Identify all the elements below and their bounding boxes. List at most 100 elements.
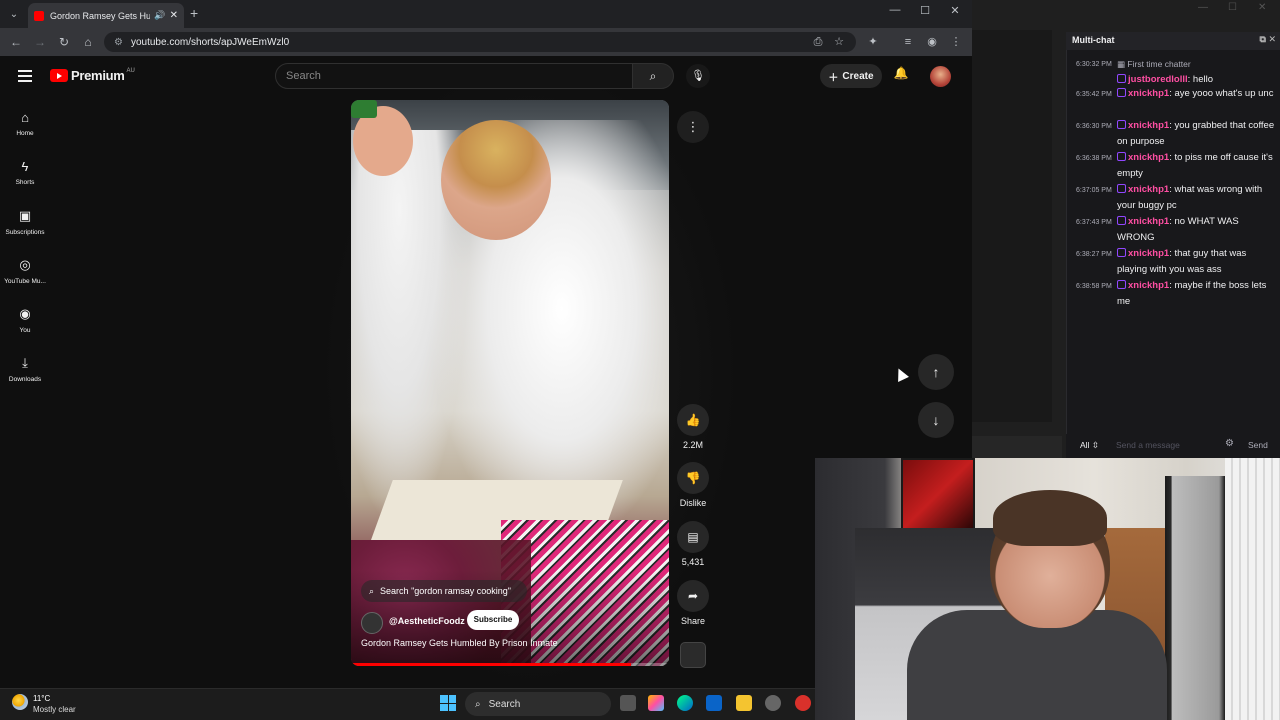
related-search-chip[interactable]: ⌕ Search "gordon ramsay cooking" [361,580,527,602]
taskbar-search-box[interactable]: ⌕ Search [465,692,611,716]
menu-icon[interactable] [18,70,32,82]
windows-start-icon[interactable] [440,695,456,711]
create-label: Create [842,70,874,82]
channel-name[interactable]: @AestheticFoodz [389,616,465,626]
sidebar-item-downloads[interactable]: ⤓ Downloads [0,355,50,383]
subscriptions-icon: ▣ [18,208,32,223]
video-title[interactable]: Gordon Ramsey Gets Humbled By Prison Inm… [361,638,558,648]
share-button[interactable]: ➦ [677,580,709,612]
chat-username[interactable]: justboredlolll [1128,74,1188,85]
tab-audio-icon[interactable]: 🔊 [154,10,165,21]
sound-thumbnail[interactable] [680,642,706,668]
sidebar-item-subscriptions[interactable]: ▣ Subscriptions [0,208,50,236]
like-button[interactable]: 👍 [677,404,709,436]
desktop-minimize-icon[interactable]: — [1198,2,1208,13]
account-avatar[interactable] [930,66,951,87]
chat-username[interactable]: xnickhp1 [1128,120,1169,131]
weather-temperature[interactable]: 11°C [33,694,50,703]
chat-close-icon[interactable]: ✕ [1268,34,1276,44]
sidebar-item-youtube-music[interactable]: ◎ YouTube Mu... [0,257,50,285]
first-time-chatter-icon: ▦ [1117,59,1128,69]
install-app-icon[interactable]: ⎙ [810,34,826,50]
weather-icon[interactable] [12,694,28,710]
copilot-icon[interactable] [648,695,664,711]
reload-button[interactable]: ↻ [56,34,72,50]
related-search-text: Search "gordon ramsay cooking" [380,586,512,596]
comment-count: 5,431 [681,557,705,567]
next-short-button[interactable]: ↓ [918,402,954,438]
like-count: 2.2M [682,440,703,450]
desktop-close-icon[interactable]: ✕ [1258,2,1266,13]
tab-close-icon[interactable]: ✕ [170,10,178,21]
more-options-button[interactable]: ⋮ [677,111,709,143]
task-view-icon[interactable] [620,695,636,711]
edge-icon[interactable] [677,695,693,711]
obs-record-icon[interactable] [795,695,811,711]
app-icon[interactable] [765,695,781,711]
media-controls-icon[interactable]: ≡ [900,34,916,50]
chat-message: 6:35:42 PM xnickhp1: aye yooo what's up … [1076,86,1276,102]
chat-settings-gear-icon[interactable]: ⚙ [1225,438,1234,449]
sidebar-item-shorts[interactable]: ϟ Shorts [0,159,50,186]
you-icon: ◉ [19,306,31,321]
mic-icon: 🎙 [691,70,705,82]
sidebar-label: YouTube Mu... [4,278,46,285]
profile-icon[interactable]: ◉ [924,34,940,50]
chat-username[interactable]: xnickhp1 [1128,280,1169,291]
chat-text: aye yooo what's up unc [1174,88,1274,99]
popout-icon[interactable]: ⧉ [1260,34,1266,44]
chat-username[interactable]: xnickhp1 [1128,88,1169,99]
extensions-icon[interactable]: ✦ [865,34,881,50]
sidebar-item-home[interactable]: ⌂ Home [0,110,50,137]
chat-username[interactable]: xnickhp1 [1128,248,1169,259]
maximize-button[interactable]: ☐ [910,4,940,22]
chat-username[interactable]: xnickhp1 [1128,184,1169,195]
dislike-button[interactable]: 👎 [677,462,709,494]
address-bar[interactable]: ⚙ youtube.com/shorts/apJWeEmWzl0 [104,32,856,52]
subscribe-button[interactable]: Subscribe [467,610,519,630]
previous-short-button[interactable]: ↑ [918,354,954,390]
weather-description[interactable]: Mostly clear [33,705,76,714]
comments-button[interactable]: ▤ [677,521,709,553]
youtube-premium-logo[interactable]: Premium AU [50,68,135,83]
arrow-down-icon: ↓ [932,412,940,428]
chat-message: 6:38:58 PM xnickhp1: maybe if the boss l… [1076,280,1267,307]
search-input[interactable]: Search [275,63,633,89]
window-close-button[interactable]: ✕ [940,4,970,22]
url-text: youtube.com/shorts/apJWeEmWzl0 [130,36,290,48]
create-button[interactable]: ＋ Create [820,64,882,88]
outlook-icon[interactable] [706,695,722,711]
forward-button[interactable]: → [32,34,48,50]
channel-avatar[interactable] [361,612,383,634]
sidebar-label: Shorts [15,179,35,186]
chat-filter-select[interactable]: All ⇳ [1080,440,1099,451]
chat-username[interactable]: xnickhp1 [1128,152,1169,163]
youtube-music-icon: ◎ [19,257,31,272]
short-video-player[interactable]: ⌕ Search "gordon ramsay cooking" @Aesthe… [351,100,669,666]
sidebar-item-you[interactable]: ◉ You [0,306,50,334]
browser-menu-icon[interactable]: ⋮ [948,34,964,50]
voice-search-button[interactable]: 🎙 [686,64,710,88]
notifications-bell-icon[interactable]: 🔔 [892,66,910,86]
youtube-favicon-icon [34,10,44,21]
chat-badge-icon [1117,248,1126,257]
new-tab-button[interactable]: + [190,5,204,23]
back-button[interactable]: ← [8,34,24,50]
thumbs-down-icon: 👎 [685,471,701,485]
home-button[interactable]: ⌂ [80,34,96,50]
chat-message: 6:37:05 PM xnickhp1: what was wrong with… [1076,184,1263,211]
chat-message-input[interactable]: Send a message [1112,437,1220,453]
tab-search-button[interactable]: ⌄ [4,4,24,24]
bookmark-star-icon[interactable]: ☆ [831,34,847,50]
video-progress-bar[interactable] [351,663,669,666]
chat-send-button[interactable]: Send [1248,440,1268,450]
file-explorer-icon[interactable] [736,695,752,711]
logo-text: Premium [71,68,125,83]
search-button[interactable]: ⌕ [632,63,674,89]
desktop-maximize-icon[interactable]: ☐ [1228,2,1237,13]
thumbs-up-icon: 👍 [685,413,701,427]
site-info-icon[interactable]: ⚙ [114,37,123,48]
chat-username[interactable]: xnickhp1 [1128,216,1169,227]
minimize-button[interactable]: — [880,4,910,22]
browser-tab[interactable]: Gordon Ramsey Gets Humbl 🔊 ✕ [28,3,184,28]
